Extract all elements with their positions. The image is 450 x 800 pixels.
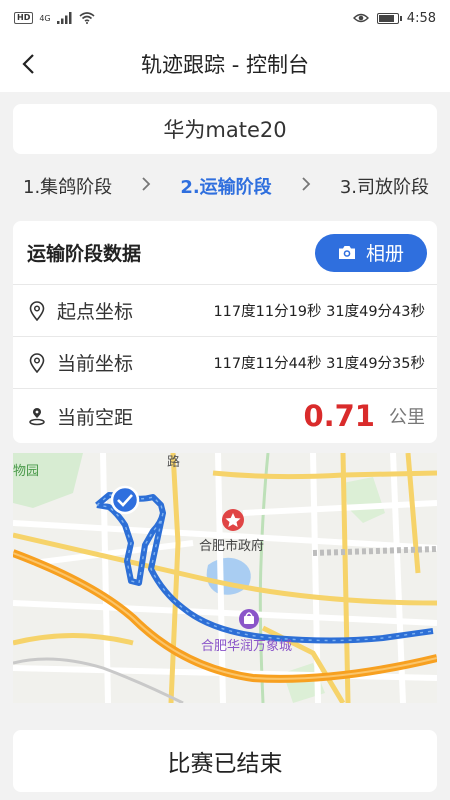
stage-collect[interactable]: 1.集鸽阶段 (23, 173, 112, 199)
signal-icon (56, 12, 72, 24)
status-bar: HD 4G 4:58 (0, 0, 450, 36)
chevron-left-icon (22, 54, 34, 74)
data-card-header: 运输阶段数据 相册 (13, 221, 437, 285)
route-map[interactable]: 物园 路 合肥市政府 合肥华润万象城 (13, 453, 437, 703)
shopping-bag-icon (239, 609, 259, 629)
status-time: 4:58 (406, 10, 436, 26)
current-position-marker (110, 485, 140, 515)
eye-icon (352, 13, 369, 23)
star-marker-icon (222, 509, 244, 531)
current-coord-value: 117度11分44秒 31度49分35秒 (213, 356, 425, 372)
stage-release[interactable]: 3.司放阶段 (340, 173, 429, 199)
map-label-road: 路 (167, 454, 180, 469)
distance-row: 当前空距 0.71 公里 (13, 389, 437, 443)
back-button[interactable] (14, 50, 42, 78)
album-button[interactable]: 相册 (315, 233, 427, 272)
map-label-mall: 合肥华润万象城 (201, 638, 292, 653)
page-title: 轨迹跟踪 - 控制台 (141, 53, 309, 77)
current-coord-row: 当前坐标 117度11分44秒 31度49分35秒 (13, 337, 437, 389)
map-label-city-gov: 合肥市政府 (199, 538, 264, 553)
network-type: 4G (39, 13, 51, 23)
start-coord-row: 起点坐标 117度11分19秒 31度49分43秒 (13, 285, 437, 337)
chevron-right-icon (141, 176, 151, 197)
race-finished-label: 比赛已结束 (167, 751, 283, 777)
data-card-title: 运输阶段数据 (27, 243, 142, 265)
device-name-card: 华为mate20 (13, 104, 437, 154)
transport-data-card: 运输阶段数据 相册 起点坐标 117度11分19秒 31度49分43秒 当前坐标… (13, 221, 437, 443)
start-coord-value: 117度11分19秒 31度49分43秒 (213, 304, 425, 320)
status-right: 4:58 (352, 10, 436, 26)
wifi-icon (79, 12, 95, 24)
album-label: 相册 (365, 243, 404, 265)
distance-label: 当前空距 (57, 406, 134, 429)
map-canvas: 物园 路 合肥市政府 合肥华润万象城 (13, 453, 437, 703)
distance-value: 0.71 (303, 399, 375, 433)
race-finished-button[interactable]: 比赛已结束 (13, 730, 437, 792)
start-coord-label: 起点坐标 (57, 301, 134, 323)
chevron-right-icon (301, 176, 311, 197)
current-coord-label: 当前坐标 (57, 353, 134, 375)
location-pin-icon (27, 352, 47, 374)
stage-transport[interactable]: 2.运输阶段 (180, 173, 271, 199)
device-name: 华为mate20 (163, 118, 287, 142)
stage-steps: 1.集鸽阶段 2.运输阶段 3.司放阶段 (13, 160, 437, 212)
status-left: HD 4G (14, 12, 95, 24)
location-pin-icon (27, 300, 47, 322)
distance-pin-icon (27, 405, 47, 427)
distance-unit: 公里 (389, 407, 425, 428)
battery-icon (376, 12, 402, 24)
map-label-park: 物园 (13, 463, 39, 478)
hd-badge: HD (14, 12, 34, 24)
camera-icon (338, 246, 355, 259)
title-bar: 轨迹跟踪 - 控制台 (0, 36, 450, 92)
